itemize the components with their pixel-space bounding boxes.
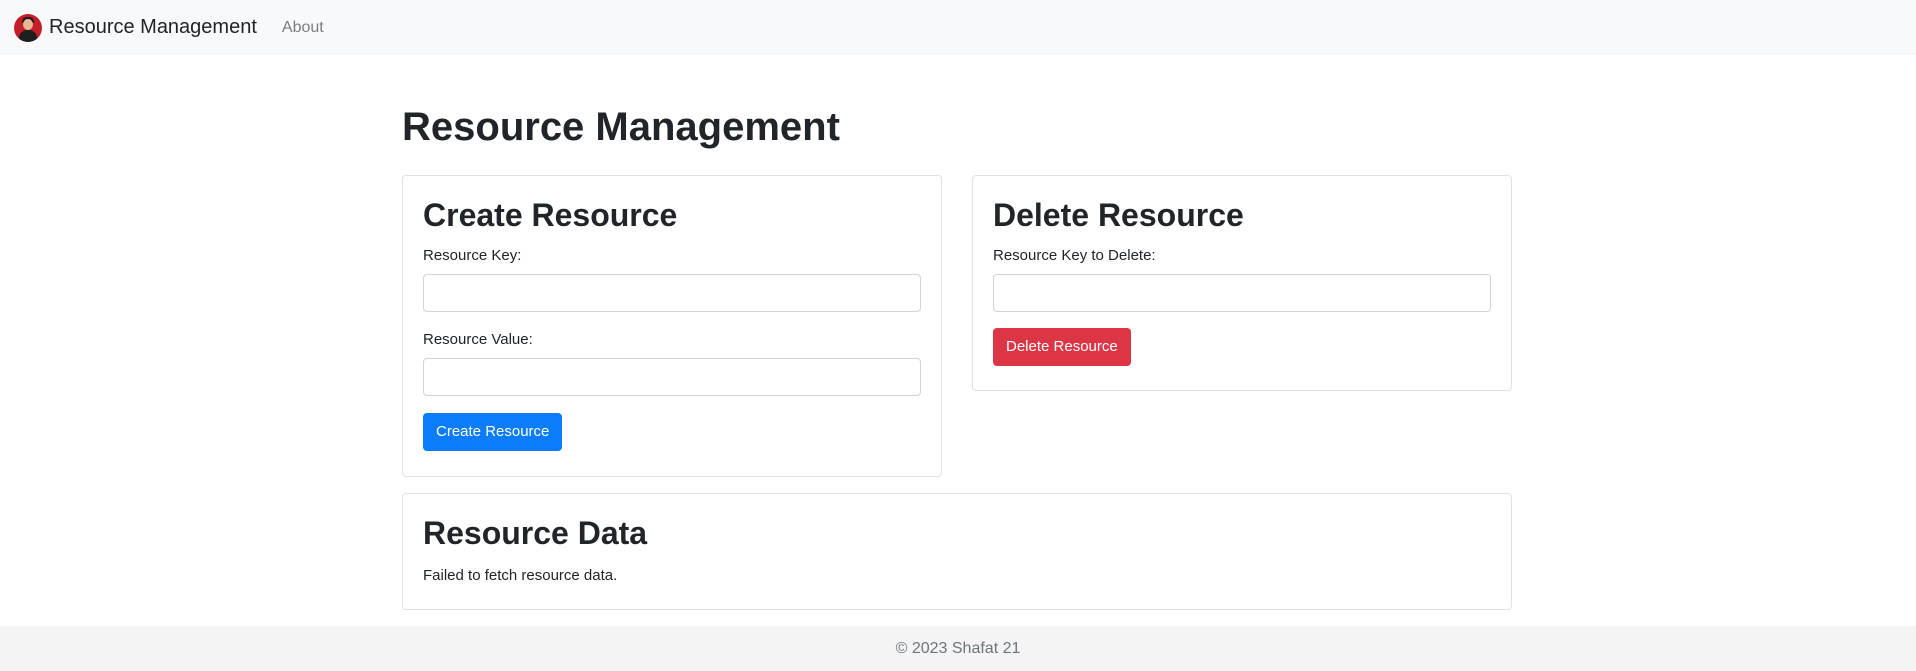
brand-link[interactable]: Resource Management xyxy=(14,13,257,42)
page-title: Resource Management xyxy=(402,105,840,149)
delete-resource-card: Delete Resource Resource Key to Delete: … xyxy=(972,175,1512,391)
delete-key-input[interactable] xyxy=(993,274,1491,312)
create-resource-button[interactable]: Create Resource xyxy=(423,413,563,451)
delete-resource-heading: Delete Resource xyxy=(993,197,1244,233)
page-footer: © 2023 Shafat 21 xyxy=(0,626,1916,671)
resource-data-message: Failed to fetch resource data. xyxy=(423,567,618,584)
resource-key-label: Resource Key: xyxy=(423,247,522,264)
nav-link-about[interactable]: About xyxy=(282,19,324,37)
resource-data-card: Resource Data Failed to fetch resource d… xyxy=(402,493,1512,610)
resource-key-input[interactable] xyxy=(423,274,921,312)
create-resource-card: Create Resource Resource Key: Resource V… xyxy=(402,175,942,477)
delete-resource-button[interactable]: Delete Resource xyxy=(993,328,1131,366)
footer-copyright: © 2023 Shafat 21 xyxy=(895,639,1021,657)
create-resource-heading: Create Resource xyxy=(423,197,678,233)
resource-data-heading: Resource Data xyxy=(423,515,648,551)
top-navbar: Resource Management About xyxy=(0,0,1916,55)
brand-title: Resource Management xyxy=(49,16,257,38)
avatar-logo-icon xyxy=(14,13,42,42)
resource-value-input[interactable] xyxy=(423,358,921,396)
resource-value-label: Resource Value: xyxy=(423,331,533,348)
delete-key-label: Resource Key to Delete: xyxy=(993,247,1156,264)
